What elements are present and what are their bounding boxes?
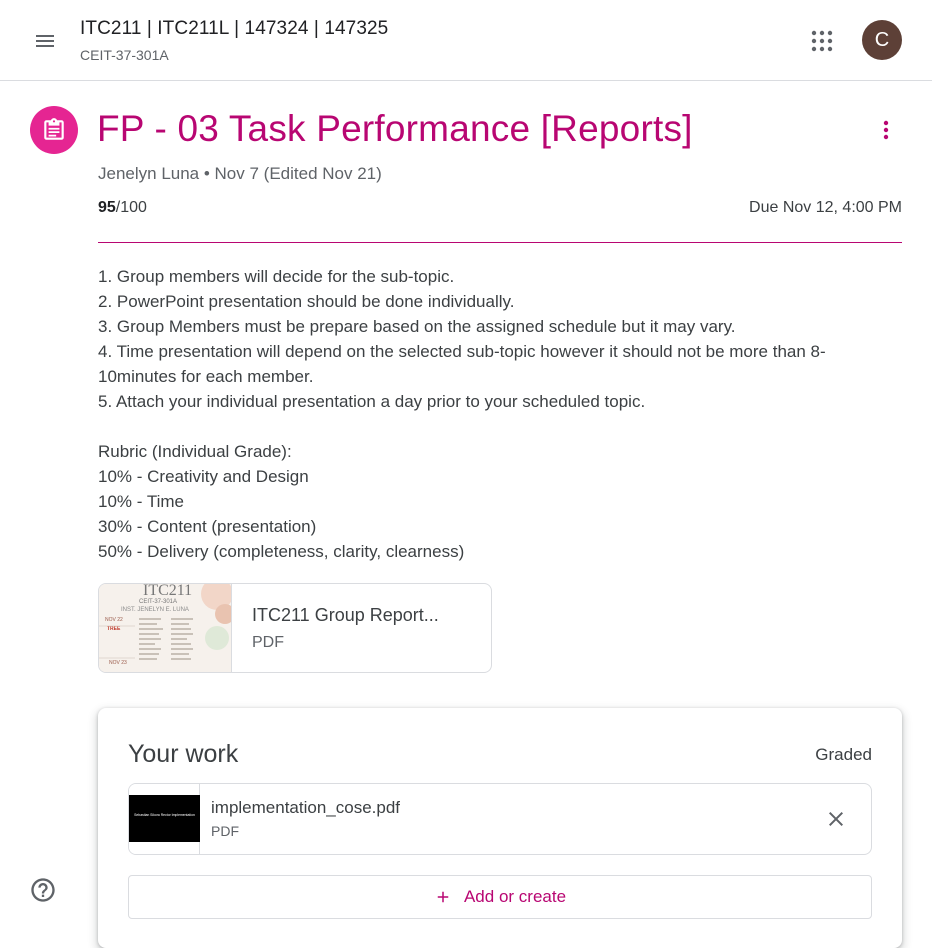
description-line: 5. Attach your individual presentation a… [98,392,646,411]
description-line: 1. Group members will decide for the sub… [98,267,455,286]
course-title[interactable]: ITC211 | ITC211L | 147324 | 147325 [80,18,388,40]
close-icon [829,812,843,826]
top-app-bar: ITC211 | ITC211L | 147324 | 147325 CEIT-… [0,0,932,81]
google-apps-grid-icon [811,30,833,52]
description-line [98,414,888,439]
help-button[interactable] [28,875,58,905]
file-preview-image: Sebastian Sikora Rector Implementation [129,795,200,842]
description-line: 10minutes for each member. [98,367,314,386]
remove-file-button[interactable] [817,800,855,838]
thumb-sub: CEIT-37-301A [139,599,177,605]
assignment-description: 1. Group members will decide for the sub… [98,264,888,564]
plus-icon [434,888,452,906]
thumb-date-1: NOV 22 [105,617,123,623]
thumb-inst: INST. JENELYN E. LUNA [121,607,189,613]
hamburger-menu-icon [36,35,54,47]
submitted-file[interactable]: Sebastian Sikora Rector Implementation i… [128,783,872,855]
description-line: 10% - Time [98,492,184,511]
assignment-points: 95/100 [98,199,147,217]
course-section: CEIT-37-301A [80,47,169,63]
description-line: 30% - Content (presentation) [98,517,317,536]
account-avatar[interactable]: C [862,20,902,60]
your-work-heading: Your work [128,740,239,768]
description-line: Rubric (Individual Grade): [98,442,292,461]
work-status: Graded [815,745,872,764]
assignment-meta: Jenelyn Luna • Nov 7 (Edited Nov 21) [98,164,382,183]
attachment-type: PDF [252,634,284,651]
assignment-title: FP - 03 Task Performance [Reports] [97,108,693,149]
main-menu-button[interactable] [21,17,69,65]
description-line: 50% - Delivery (completeness, clarity, c… [98,542,465,561]
submitted-file-name: implementation_cose.pdf [211,798,401,817]
thumb-title: ITC211 [143,584,192,599]
points-earned: 95 [98,199,116,216]
add-or-create-label: Add or create [463,887,567,906]
attachment-thumbnail: ITC211 CEIT-37-301A INST. JENELYN E. LUN… [99,584,232,672]
svg-text:TREE: TREE [107,626,121,632]
submitted-file-thumbnail: Sebastian Sikora Rector Implementation [129,784,200,854]
assignment-icon-badge [30,106,78,154]
points-total: /100 [115,199,147,216]
pdf-preview-image: ITC211 CEIT-37-301A INST. JENELYN E. LUN… [99,584,231,672]
more-options-button[interactable] [866,110,906,150]
your-work-card: Your work Graded Sebastian Sikora Rector… [98,708,902,948]
description-line: 3. Group Members must be prepare based o… [98,317,736,336]
description-line: 10% - Creativity and Design [98,467,309,486]
thumb-date-2: NOV 23 [109,660,127,666]
more-vert-icon [883,120,889,140]
due-date: Due Nov 12, 4:00 PM [749,199,902,216]
description-line: 2. PowerPoint presentation should be don… [98,292,515,311]
add-or-create-button[interactable]: Add or create [128,875,872,919]
description-line: 4. Time presentation will depend on the … [98,342,826,361]
google-apps-button[interactable] [798,17,846,65]
thumb-text: Sebastian Sikora Rector Implementation [134,813,195,817]
help-circle-icon [31,878,55,902]
attachment-name: ITC211 Group Report... [252,605,439,625]
attachment-card[interactable]: ITC211 CEIT-37-301A INST. JENELYN E. LUN… [98,583,492,673]
header-divider [98,242,902,243]
submitted-file-type: PDF [211,823,239,839]
assignment-clipboard-icon [44,118,64,140]
